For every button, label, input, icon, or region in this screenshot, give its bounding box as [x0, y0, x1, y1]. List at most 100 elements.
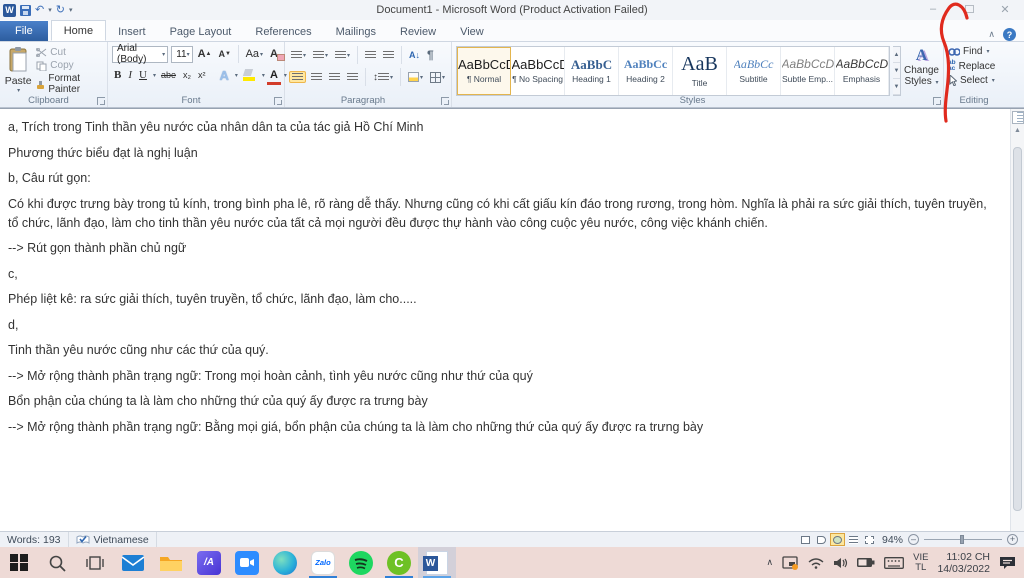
- doc-paragraph[interactable]: c,: [8, 265, 994, 284]
- maximize-button[interactable]: [962, 3, 976, 16]
- font-size-select[interactable]: 11 ▾: [171, 45, 193, 63]
- italic-button[interactable]: I: [126, 68, 134, 82]
- copy-button[interactable]: Copy: [36, 60, 103, 71]
- style-subtle-emphasis[interactable]: AaBbCcD Subtle Emp...: [781, 47, 835, 95]
- scrollbar-thumb[interactable]: [1013, 147, 1022, 511]
- taskbar-azota[interactable]: /A: [190, 547, 228, 578]
- style-heading-1[interactable]: AaBbC Heading 1: [565, 47, 619, 95]
- font-dialog-launcher-icon[interactable]: [274, 97, 282, 105]
- bold-button[interactable]: B: [112, 68, 123, 82]
- print-layout-view-button[interactable]: [798, 533, 813, 546]
- customize-qat-icon[interactable]: ▾: [69, 6, 73, 14]
- shrink-font-button[interactable]: A ▼: [217, 48, 233, 60]
- doc-paragraph[interactable]: Phép liệt kê: ra sức giải thích, tuyên t…: [8, 290, 994, 309]
- text-effects-dropdown-icon[interactable]: ▾: [235, 72, 238, 79]
- start-button[interactable]: [0, 547, 38, 578]
- language-status[interactable]: Vietnamese: [69, 532, 157, 547]
- styles-dialog-launcher-icon[interactable]: [933, 97, 941, 105]
- show-hide-pilcrow-button[interactable]: ¶: [425, 47, 436, 63]
- taskbar-mail[interactable]: [114, 547, 152, 578]
- line-spacing-button[interactable]: ↕ ▾: [371, 71, 395, 84]
- change-styles-button[interactable]: A Change Styles ▾: [904, 46, 939, 89]
- paragraph-dialog-launcher-icon[interactable]: [441, 97, 449, 105]
- minimize-button[interactable]: –: [926, 3, 940, 16]
- undo-dropdown-icon[interactable]: ▾: [48, 6, 52, 14]
- style-no-spacing[interactable]: AaBbCcD ¶ No Spacing: [511, 47, 565, 95]
- outline-view-button[interactable]: [846, 533, 861, 546]
- ruler-toggle-icon[interactable]: [1011, 111, 1024, 124]
- style-emphasis[interactable]: AaBbCcD Emphasis: [835, 47, 889, 95]
- wifi-icon[interactable]: [808, 557, 824, 569]
- style-heading-2[interactable]: AaBbCc Heading 2: [619, 47, 673, 95]
- save-icon[interactable]: [20, 4, 31, 16]
- select-button[interactable]: Select ▾: [948, 75, 1010, 86]
- zoom-slider-thumb[interactable]: [959, 535, 964, 544]
- highlight-dropdown-icon[interactable]: ▾: [262, 72, 265, 79]
- superscript-button[interactable]: x²: [196, 69, 208, 81]
- battery-icon[interactable]: [857, 557, 875, 568]
- style-subtitle[interactable]: AaBbCc Subtitle: [727, 47, 781, 95]
- language-indicator[interactable]: VIE TL: [913, 552, 928, 573]
- fullscreen-reading-view-button[interactable]: [814, 533, 829, 546]
- decrease-indent-button[interactable]: [363, 50, 378, 60]
- text-effects-button[interactable]: A: [218, 67, 231, 84]
- minimize-ribbon-icon[interactable]: ∧: [988, 29, 995, 40]
- change-case-button[interactable]: Aa ▾: [244, 47, 265, 61]
- taskbar-spotify[interactable]: [342, 547, 380, 578]
- tab-review[interactable]: Review: [388, 22, 448, 41]
- bullets-button[interactable]: ▾: [289, 50, 308, 60]
- taskbar-zalo[interactable]: Zalo: [304, 547, 342, 578]
- tab-view[interactable]: View: [448, 22, 496, 41]
- scroll-up-icon[interactable]: ▲: [1011, 124, 1024, 137]
- align-right-button[interactable]: [327, 72, 342, 82]
- clipboard-dialog-launcher-icon[interactable]: [97, 97, 105, 105]
- doc-paragraph[interactable]: a, Trích trong Tinh thần yêu nước của nh…: [8, 118, 994, 137]
- sort-button[interactable]: A ↓: [407, 49, 422, 61]
- tab-mailings[interactable]: Mailings: [324, 22, 388, 41]
- doc-paragraph[interactable]: Tinh thần yêu nước cũng như các thứ của …: [8, 341, 994, 360]
- tab-references[interactable]: References: [243, 22, 323, 41]
- strikethrough-button[interactable]: abe: [159, 69, 178, 81]
- format-painter-button[interactable]: Format Painter: [36, 73, 103, 95]
- word-count[interactable]: Words: 193: [0, 532, 69, 547]
- multilevel-list-button[interactable]: ▾: [333, 50, 352, 60]
- doc-paragraph[interactable]: d,: [8, 316, 994, 335]
- doc-paragraph[interactable]: --> Mở rộng thành phần trạng ngữ: Bằng m…: [8, 418, 994, 437]
- zoom-out-icon[interactable]: –: [908, 534, 919, 545]
- doc-paragraph[interactable]: --> Rút gọn thành phần chủ ngữ: [8, 239, 994, 258]
- taskbar-coccoc[interactable]: C: [380, 547, 418, 578]
- action-center-icon[interactable]: [999, 556, 1016, 570]
- underline-button[interactable]: U: [137, 68, 149, 82]
- screen-notification-icon[interactable]: [782, 555, 799, 570]
- task-view-button[interactable]: [76, 547, 114, 578]
- taskbar-word[interactable]: W: [418, 547, 456, 578]
- numbering-button[interactable]: ▾: [311, 50, 330, 60]
- gallery-down-icon[interactable]: ▼: [893, 63, 900, 79]
- cut-button[interactable]: Cut: [36, 47, 103, 58]
- style-title[interactable]: AaB Title: [673, 47, 727, 95]
- zoom-in-icon[interactable]: +: [1007, 534, 1018, 545]
- draft-view-button[interactable]: [862, 533, 877, 546]
- doc-paragraph[interactable]: Có khi được trưng bày trong tủ kính, tro…: [8, 195, 994, 233]
- tab-insert[interactable]: Insert: [106, 22, 158, 41]
- doc-paragraph[interactable]: Phương thức biểu đạt là nghị luận: [8, 144, 994, 163]
- find-button[interactable]: Find ▾: [948, 46, 1010, 57]
- shading-button[interactable]: ▾: [406, 71, 425, 83]
- close-button[interactable]: ✕: [998, 3, 1012, 16]
- paste-button[interactable]: Paste ▾: [4, 45, 32, 94]
- borders-button[interactable]: ▾: [428, 71, 447, 84]
- highlight-button[interactable]: [241, 68, 258, 82]
- align-left-button[interactable]: [289, 71, 306, 83]
- taskbar-zoom-app[interactable]: [228, 547, 266, 578]
- replace-button[interactable]: ab ac Replace: [948, 59, 1010, 72]
- taskbar-edge[interactable]: [266, 547, 304, 578]
- help-icon[interactable]: ?: [1003, 28, 1016, 41]
- justify-button[interactable]: [345, 72, 360, 82]
- taskbar-file-explorer[interactable]: [152, 547, 190, 578]
- hidden-icons-chevron-icon[interactable]: ∧: [767, 557, 774, 568]
- volume-icon[interactable]: [833, 557, 848, 569]
- redo-icon[interactable]: ↻: [56, 4, 65, 16]
- align-center-button[interactable]: [309, 72, 324, 82]
- tab-file[interactable]: File: [0, 21, 48, 41]
- gallery-expand-icon[interactable]: ▼: [893, 79, 900, 95]
